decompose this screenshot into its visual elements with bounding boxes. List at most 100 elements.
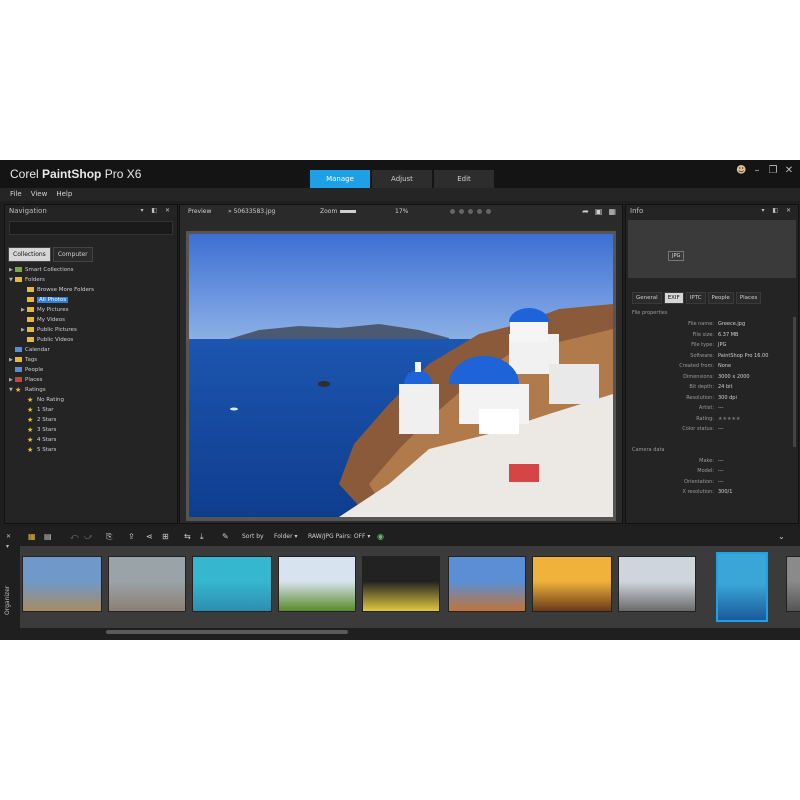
rotate-right-icon[interactable]: ⤻: [84, 532, 93, 542]
preview-filename: » 50633583.jpg: [228, 208, 276, 215]
thumbnail[interactable]: [448, 556, 526, 612]
organizer-close-icon[interactable]: ✕: [6, 532, 11, 542]
tree-item[interactable]: Public Videos: [5, 335, 177, 345]
thumbnail[interactable]: [22, 556, 102, 612]
tree-item[interactable]: ▼ ★ Ratings: [5, 385, 177, 395]
property-value[interactable]: ★★★★★: [718, 414, 740, 425]
organizer-pin-icon[interactable]: ▾: [6, 542, 11, 552]
tab-adjust[interactable]: Adjust: [372, 170, 432, 188]
edit-icon[interactable]: ✎: [222, 532, 229, 542]
minimize-icon[interactable]: –: [752, 165, 762, 176]
tree-item[interactable]: ★ 4 Stars: [5, 435, 177, 445]
import-icon[interactable]: ⇪: [128, 532, 135, 542]
navigation-search-input[interactable]: [9, 221, 173, 235]
tree-item[interactable]: ▶ Tags: [5, 355, 177, 365]
camera-data-list: Make: --- Model: --- Orientation: --- X resolu…: [626, 456, 798, 498]
rotate-left-icon[interactable]: ⤺: [70, 532, 79, 542]
single-view-icon[interactable]: ▣: [595, 207, 603, 217]
user-icon[interactable]: ☻: [736, 165, 746, 176]
capture-icon[interactable]: ⤓: [200, 532, 204, 542]
thumbnail[interactable]: [618, 556, 696, 612]
thumbnail[interactable]: [108, 556, 186, 612]
tab-general[interactable]: General: [632, 292, 662, 304]
tab-collections[interactable]: Collections: [8, 247, 51, 262]
view-list-icon[interactable]: ▤: [44, 532, 52, 542]
file-properties-list: File name: Greece.jpg File size: 6.37 MB Fil…: [626, 319, 798, 435]
tree-item-label: Public Pictures: [37, 327, 77, 333]
tab-manage[interactable]: Manage: [310, 170, 370, 188]
thumbnail[interactable]: [786, 556, 800, 612]
menu-help[interactable]: Help: [56, 188, 72, 201]
organizer-label: Organizer: [4, 585, 11, 615]
tree-item[interactable]: ★ 2 Stars: [5, 415, 177, 425]
menu-view[interactable]: View: [31, 188, 48, 201]
expand-organizer-icon[interactable]: ⌄: [778, 532, 785, 542]
info-scrollbar[interactable]: [793, 317, 796, 447]
tree-item-label: My Pictures: [37, 307, 69, 313]
zoom-slider[interactable]: [340, 210, 356, 213]
tree-item[interactable]: All Photos: [5, 295, 177, 305]
organizer-toolbar: ▦ ▤ ⤺ ⤻ ⎘ ⇪ ⋖ ⊞ ⇆ ⤓ ✎ Sort by Folder ▾ R…: [20, 530, 800, 544]
tree-item[interactable]: People: [5, 365, 177, 375]
tree-item[interactable]: ▶ Public Pictures: [5, 325, 177, 335]
folder-icon: [27, 297, 34, 302]
property-row: X resolution: 300/1: [626, 487, 798, 498]
tab-iptc[interactable]: IPTC: [685, 292, 706, 304]
tree-item-label: No Rating: [37, 397, 64, 403]
tree-item[interactable]: ▶ Places: [5, 375, 177, 385]
app-window: Corel PaintShop Pro X6 Manage Adjust Edi…: [0, 160, 800, 640]
navigation-title: Navigation: [9, 207, 47, 215]
title-prefix: Corel: [10, 167, 39, 181]
share-organizer-icon[interactable]: ⋖: [146, 532, 153, 542]
tree-item[interactable]: ▶ Smart Collections: [5, 265, 177, 275]
organizer-side-controls: ✕ ▾: [6, 532, 11, 552]
info-panel-controls[interactable]: ▾ ◧ ✕: [761, 205, 794, 217]
organizer-scrollbar[interactable]: [106, 630, 348, 634]
panel-controls[interactable]: ▾ ◧ ✕: [140, 205, 173, 217]
star-icon: ★: [27, 395, 34, 404]
rating-dots[interactable]: [450, 209, 491, 214]
thumbnail[interactable]: [278, 556, 356, 612]
batch-icon[interactable]: ⎘: [106, 532, 112, 542]
folder-icon: [15, 277, 22, 282]
star-icon: ★: [27, 435, 34, 444]
tab-exif[interactable]: EXIF: [663, 292, 684, 304]
menu-file[interactable]: File: [10, 188, 22, 201]
tab-edit[interactable]: Edit: [434, 170, 494, 188]
tab-computer[interactable]: Computer: [52, 247, 93, 262]
thumbnail[interactable]: [716, 552, 768, 622]
tree-item[interactable]: My Videos: [5, 315, 177, 325]
tree-item[interactable]: Calendar: [5, 345, 177, 355]
property-key: Rating:: [696, 415, 714, 422]
globe-icon[interactable]: ◉: [377, 532, 384, 542]
tree-item[interactable]: ▶ My Pictures: [5, 305, 177, 315]
grid-view-icon[interactable]: ▦: [608, 207, 616, 217]
restore-icon[interactable]: ❐: [768, 165, 778, 176]
preview-image[interactable]: [189, 234, 613, 517]
tree-item[interactable]: ★ 5 Stars: [5, 445, 177, 455]
tree-item[interactable]: Browse More Folders: [5, 285, 177, 295]
view-thumbnails-icon[interactable]: ▦: [28, 532, 36, 542]
tree-item-label: Calendar: [25, 347, 50, 353]
close-icon[interactable]: ✕: [784, 165, 794, 176]
tab-places[interactable]: Places: [735, 292, 762, 304]
property-value: ---: [718, 405, 724, 411]
thumbnail[interactable]: [192, 556, 272, 612]
tree-item[interactable]: ★ 1 Star: [5, 405, 177, 415]
thumbnail[interactable]: [362, 556, 440, 612]
compare-icon[interactable]: ⇆: [184, 532, 191, 542]
tree-item-label: Public Videos: [37, 337, 74, 343]
thumbnail[interactable]: [532, 556, 612, 612]
tag-icon: [15, 357, 22, 362]
info-header: Info ▾ ◧ ✕: [626, 205, 798, 217]
tab-people[interactable]: People: [707, 292, 734, 304]
sort-by-dropdown[interactable]: Folder ▾: [274, 532, 297, 542]
property-row: File type: JPG: [626, 340, 798, 351]
tree-item[interactable]: ▼ Folders: [5, 275, 177, 285]
raw-jpg-pairs-dropdown[interactable]: RAW/JPG Pairs: OFF ▾: [308, 532, 370, 542]
tray-icon[interactable]: ⊞: [162, 532, 169, 542]
folder-icon: [27, 317, 34, 322]
tree-item[interactable]: ★ 3 Stars: [5, 425, 177, 435]
share-icon[interactable]: ➦: [582, 207, 589, 217]
tree-item[interactable]: ★ No Rating: [5, 395, 177, 405]
